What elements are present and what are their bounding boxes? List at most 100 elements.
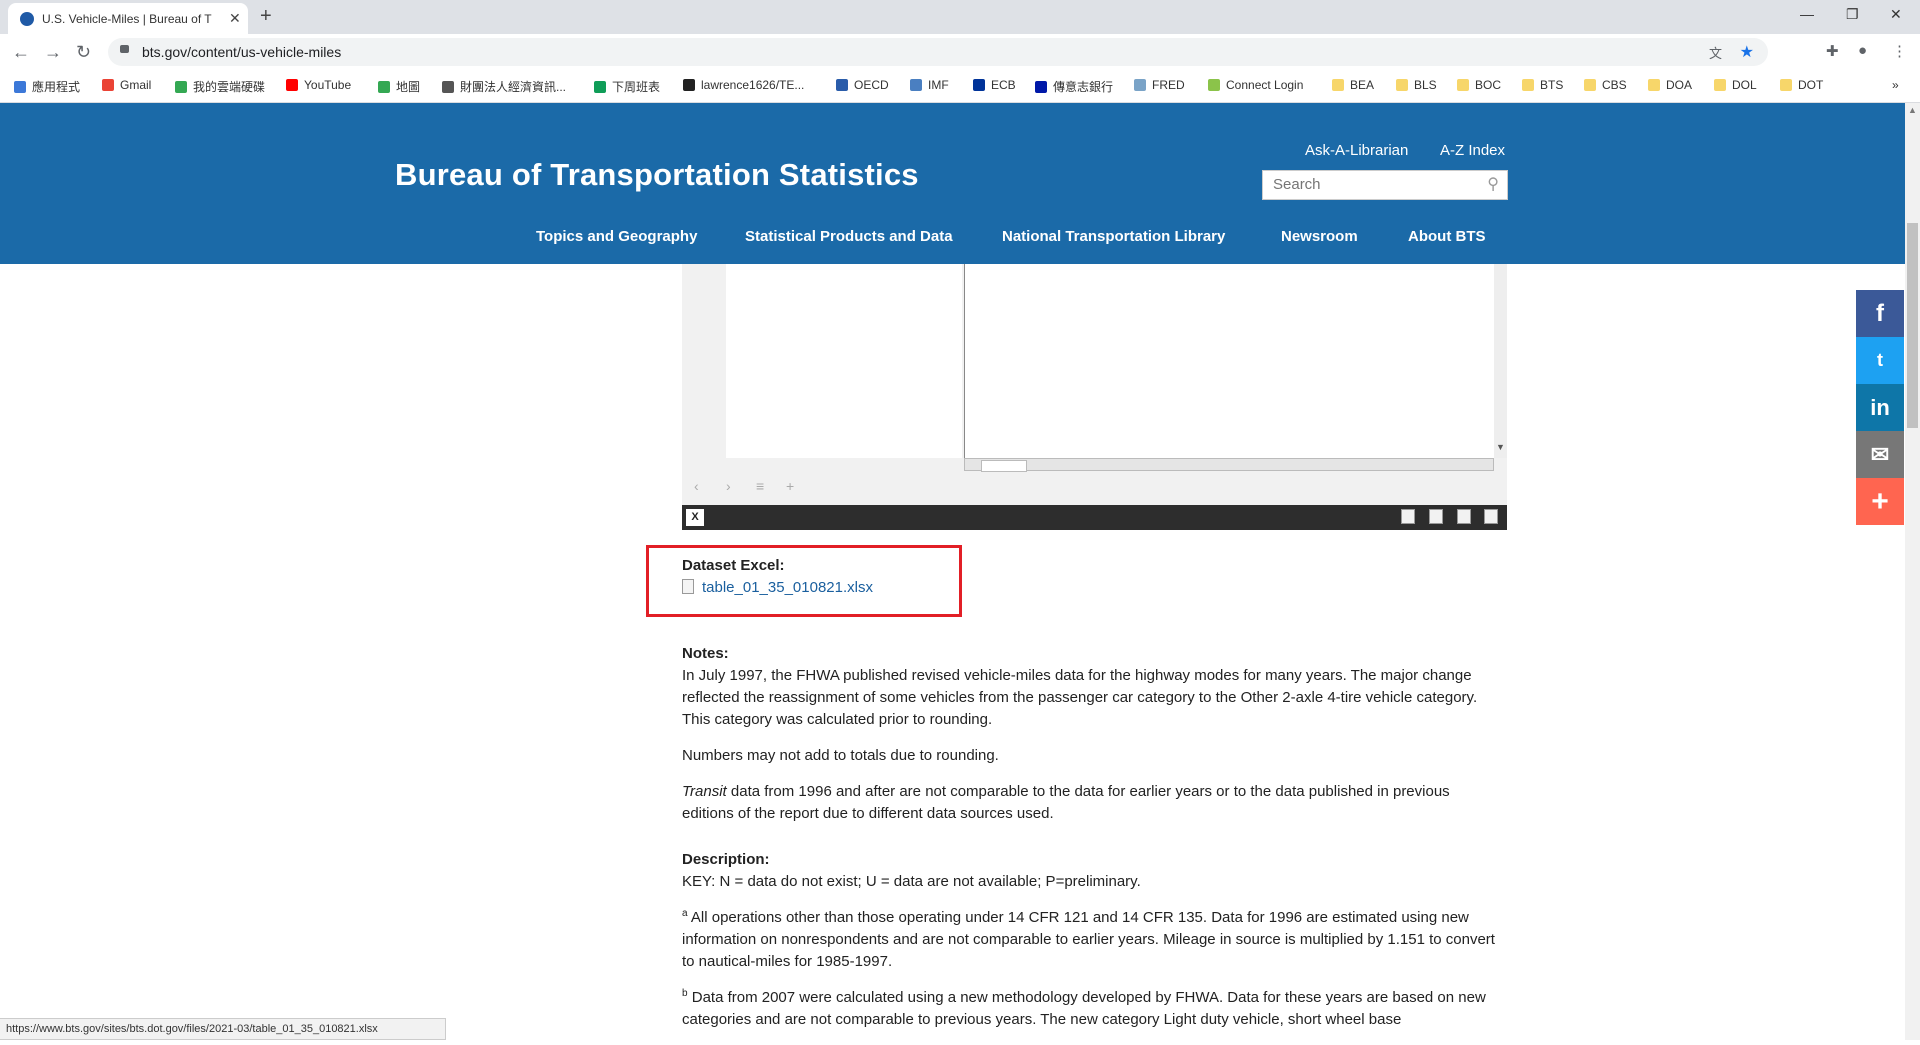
dataset-section: Dataset Excel: table_01_35_010821.xlsx	[682, 555, 1502, 599]
add-sheet-icon[interactable]: +	[786, 478, 794, 494]
chart-icon	[1134, 79, 1146, 91]
viewer-vertical-scrollbar[interactable]: ▼	[1494, 264, 1507, 458]
close-tab-icon[interactable]: ✕	[229, 10, 241, 27]
download-icon[interactable]	[1401, 509, 1415, 524]
folder-icon	[1780, 79, 1792, 91]
bookmark-cbs[interactable]: CBS	[1584, 78, 1627, 92]
az-index-link[interactable]: A-Z Index	[1440, 142, 1505, 159]
globe-icon	[442, 81, 454, 93]
menu-icon[interactable]: ⋮	[1892, 42, 1907, 60]
site-title[interactable]: Bureau of Transportation Statistics	[395, 157, 919, 193]
site-favicon-icon	[20, 12, 34, 26]
bookmark-bls[interactable]: BLS	[1396, 78, 1437, 92]
email-share-icon[interactable]: ✉	[1856, 431, 1904, 478]
bookmark-boc[interactable]: BOC	[1457, 78, 1501, 92]
viewer-left-pane	[726, 264, 962, 458]
bookmarks-overflow-icon[interactable]: »	[1892, 78, 1899, 92]
restore-icon[interactable]: ❐	[1846, 6, 1859, 23]
description-key: KEY: N = data do not exist; U = data are…	[682, 873, 1141, 890]
extensions-icon[interactable]: ✚	[1826, 42, 1839, 60]
bookmark-bea[interactable]: BEA	[1332, 78, 1374, 92]
dataset-download-link[interactable]: table_01_35_010821.xlsx	[702, 579, 873, 596]
reload-icon[interactable]: ↻	[76, 42, 91, 63]
notes-paragraph-2: Numbers may not add to totals due to rou…	[682, 747, 999, 764]
bookmark-bts[interactable]: BTS	[1522, 78, 1563, 92]
excel-viewer: ▼ ‹ › ≡ + X	[682, 264, 1507, 530]
bookmarks-bar: 應用程式 Gmail 我的雲端硬碟 YouTube 地圖 財團法人經濟資訊...…	[0, 70, 1920, 103]
bookmark-apps[interactable]: 應用程式	[14, 78, 80, 95]
viewer-grid-pane[interactable]	[964, 264, 1495, 458]
facebook-share-icon[interactable]: f	[1856, 290, 1904, 337]
nav-transportation-library[interactable]: National Transportation Library	[1002, 228, 1225, 245]
layout-icon[interactable]	[1457, 509, 1471, 524]
nav-newsroom[interactable]: Newsroom	[1281, 228, 1358, 245]
search-icon[interactable]: ⚲	[1487, 174, 1499, 194]
sheet-list-icon[interactable]: ≡	[756, 478, 764, 494]
bookmark-dol[interactable]: DOL	[1714, 78, 1757, 92]
next-sheet-icon[interactable]: ›	[726, 478, 731, 494]
scrollbar-thumb[interactable]	[1907, 223, 1918, 428]
ask-librarian-link[interactable]: Ask-A-Librarian	[1305, 142, 1408, 159]
fullscreen-icon[interactable]	[1484, 509, 1498, 524]
folder-icon	[1648, 79, 1660, 91]
tab-title: U.S. Vehicle-Miles | Bureau of T	[42, 12, 212, 26]
bookmark-github[interactable]: lawrence1626/TE...	[683, 78, 804, 92]
scroll-up-icon[interactable]: ▲	[1908, 105, 1917, 115]
nav-about-bts[interactable]: About BTS	[1408, 228, 1485, 245]
nav-topics-geography[interactable]: Topics and Geography	[536, 228, 697, 245]
bookmark-gmail[interactable]: Gmail	[102, 78, 151, 92]
bookmark-dot[interactable]: DOT	[1780, 78, 1823, 92]
search-input[interactable]	[1271, 175, 1475, 194]
gmail-icon	[102, 79, 114, 91]
drive-icon	[175, 81, 187, 93]
translate-icon[interactable]: 文	[1709, 43, 1722, 62]
window-close-icon[interactable]: ✕	[1890, 6, 1902, 23]
notes-paragraph-1: In July 1997, the FHWA published revised…	[682, 667, 1478, 728]
sheets-icon	[594, 81, 606, 93]
bookmark-doa[interactable]: DOA	[1648, 78, 1692, 92]
profile-avatar[interactable]: ●	[1858, 42, 1867, 59]
bookmark-maps[interactable]: 地圖	[378, 78, 420, 95]
edit-icon[interactable]	[1429, 509, 1443, 524]
prev-sheet-icon[interactable]: ‹	[694, 478, 699, 494]
folder-icon	[1714, 79, 1726, 91]
connect-icon	[1208, 79, 1220, 91]
minimize-icon[interactable]: —	[1800, 6, 1814, 22]
bookmark-oecd[interactable]: OECD	[836, 78, 889, 92]
viewer-hscroll-thumb[interactable]	[981, 460, 1027, 472]
browser-toolbar: ← → ↻ bts.gov/content/us-vehicle-miles 文…	[0, 34, 1920, 70]
bookmark-connect[interactable]: Connect Login	[1208, 78, 1303, 92]
viewer-horizontal-scrollbar[interactable]	[964, 458, 1494, 472]
bookmark-imf[interactable]: IMF	[910, 78, 949, 92]
new-tab-icon[interactable]: +	[260, 5, 272, 28]
folder-icon	[1332, 79, 1344, 91]
page-scrollbar[interactable]: ▲	[1905, 103, 1920, 1040]
more-share-icon[interactable]: +	[1856, 478, 1904, 525]
linkedin-share-icon[interactable]: in	[1856, 384, 1904, 431]
url-text: bts.gov/content/us-vehicle-miles	[142, 44, 342, 60]
footnote-a: a All operations other than those operat…	[682, 908, 1495, 971]
maps-icon	[378, 81, 390, 93]
bookmark-youtube[interactable]: YouTube	[286, 78, 351, 92]
address-bar[interactable]: bts.gov/content/us-vehicle-miles 文 ★	[108, 38, 1768, 66]
back-icon[interactable]: ←	[12, 42, 30, 63]
bookmark-drive[interactable]: 我的雲端硬碟	[175, 78, 265, 95]
viewer-footer-bar: X	[682, 505, 1507, 530]
transit-italic: Transit	[682, 783, 727, 800]
lock-icon	[120, 45, 129, 53]
nav-statistical-products[interactable]: Statistical Products and Data	[745, 228, 953, 245]
bookmark-ecb[interactable]: ECB	[973, 78, 1016, 92]
bookmark-econ[interactable]: 財團法人經濟資訊...	[442, 78, 566, 95]
site-header: Bureau of Transportation Statistics Ask-…	[0, 103, 1905, 264]
browser-tab[interactable]: U.S. Vehicle-Miles | Bureau of T ✕	[8, 3, 248, 34]
notes-section: Notes: In July 1997, the FHWA published …	[682, 643, 1502, 839]
bookmark-schedule[interactable]: 下周班表	[594, 78, 660, 95]
bookmark-fred[interactable]: FRED	[1134, 78, 1185, 92]
forward-icon[interactable]: →	[44, 42, 62, 63]
twitter-share-icon[interactable]: t	[1856, 337, 1904, 384]
scroll-down-icon[interactable]: ▼	[1496, 442, 1505, 452]
status-bar-url: https://www.bts.gov/sites/bts.dot.gov/fi…	[0, 1018, 446, 1040]
bookmark-deutsche[interactable]: 傳意志銀行	[1035, 78, 1113, 95]
folder-icon	[1522, 79, 1534, 91]
bookmark-star-icon[interactable]: ★	[1740, 42, 1754, 62]
